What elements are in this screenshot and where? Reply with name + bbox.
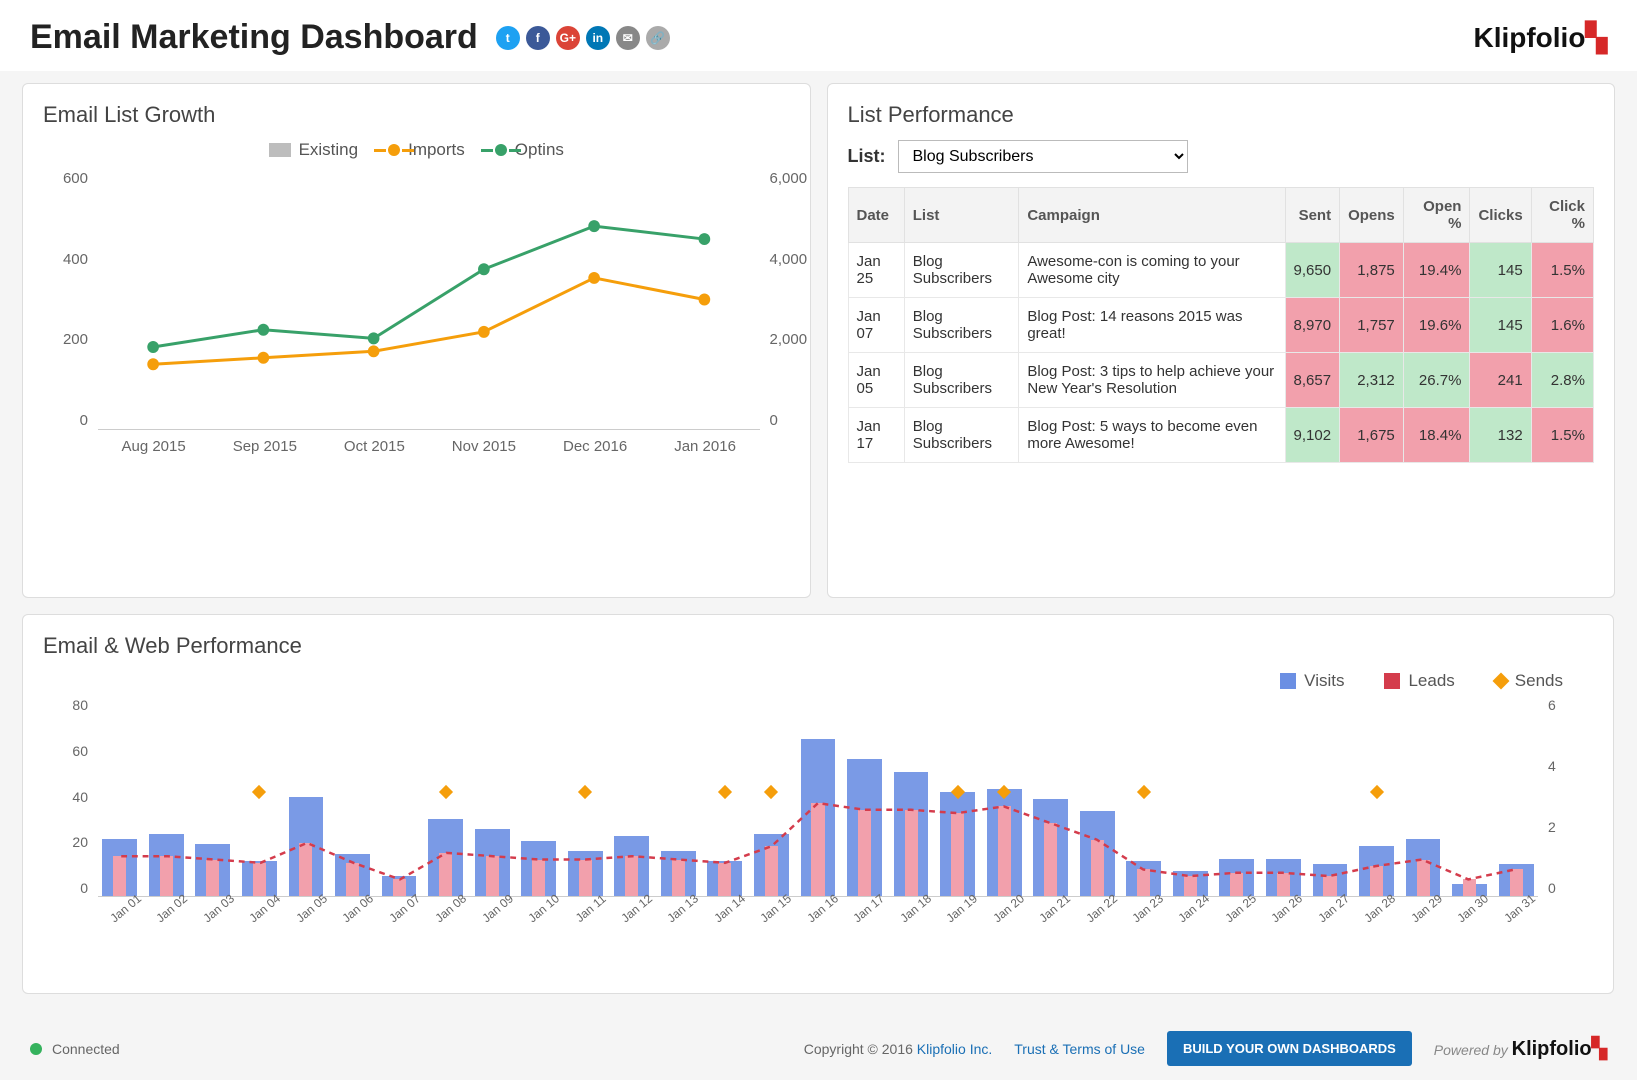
- status-text: Connected: [52, 1041, 120, 1057]
- table-row[interactable]: Jan 25Blog SubscribersAwesome-con is com…: [848, 243, 1594, 298]
- legend-leads: Leads: [1408, 671, 1454, 691]
- link-icon[interactable]: 🔗: [646, 26, 670, 50]
- twitter-icon[interactable]: t: [496, 26, 520, 50]
- growth-chart: 6004002000 6,0004,0002,0000: [98, 170, 760, 430]
- company-link[interactable]: Klipfolio Inc.: [917, 1041, 992, 1057]
- status-dot-icon: [30, 1043, 42, 1055]
- legend-sends: Sends: [1515, 671, 1563, 691]
- list-performance-panel: List Performance List: Blog Subscribers …: [827, 83, 1616, 598]
- build-dashboards-button[interactable]: BUILD YOUR OWN DASHBOARDS: [1167, 1031, 1412, 1066]
- legend-optins: Optins: [515, 140, 564, 160]
- terms-link[interactable]: Trust & Terms of Use: [1014, 1041, 1145, 1057]
- growth-panel: Email List Growth Existing Imports Optin…: [22, 83, 811, 598]
- share-icons: t f G+ in ✉ 🔗: [496, 26, 670, 50]
- web-perf-chart: 806040200 6420: [98, 697, 1538, 897]
- copyright: Copyright © 2016: [804, 1041, 913, 1057]
- header: Email Marketing Dashboard t f G+ in ✉ 🔗 …: [0, 0, 1637, 71]
- email-icon[interactable]: ✉: [616, 26, 640, 50]
- powered-by: Powered by: [1434, 1042, 1508, 1058]
- legend-imports: Imports: [408, 140, 465, 160]
- footer: Connected Copyright © 2016 Klipfolio Inc…: [0, 1017, 1637, 1080]
- legend-existing: Existing: [299, 140, 359, 160]
- linkedin-icon[interactable]: in: [586, 26, 610, 50]
- growth-title: Email List Growth: [43, 102, 790, 128]
- table-row[interactable]: Jan 17Blog SubscribersBlog Post: 5 ways …: [848, 408, 1594, 463]
- web-perf-title: Email & Web Performance: [43, 633, 1593, 659]
- web-perf-legend: Visits Leads Sends: [73, 671, 1563, 691]
- performance-table: DateListCampaignSentOpensOpen %ClicksCli…: [848, 187, 1595, 463]
- legend-visits: Visits: [1304, 671, 1344, 691]
- page-title: Email Marketing Dashboard: [30, 18, 478, 57]
- gplus-icon[interactable]: G+: [556, 26, 580, 50]
- facebook-icon[interactable]: f: [526, 26, 550, 50]
- list-label: List:: [848, 146, 886, 167]
- brand-logo[interactable]: Klipfolio▚: [1473, 21, 1607, 54]
- footer-logo[interactable]: Klipfolio▚: [1512, 1038, 1607, 1060]
- growth-legend: Existing Imports Optins: [43, 140, 790, 160]
- list-perf-title: List Performance: [848, 102, 1595, 128]
- table-row[interactable]: Jan 07Blog SubscribersBlog Post: 14 reas…: [848, 298, 1594, 353]
- table-row[interactable]: Jan 05Blog SubscribersBlog Post: 3 tips …: [848, 353, 1594, 408]
- web-performance-panel: Email & Web Performance Visits Leads Sen…: [22, 614, 1614, 994]
- list-select[interactable]: Blog Subscribers: [898, 140, 1188, 173]
